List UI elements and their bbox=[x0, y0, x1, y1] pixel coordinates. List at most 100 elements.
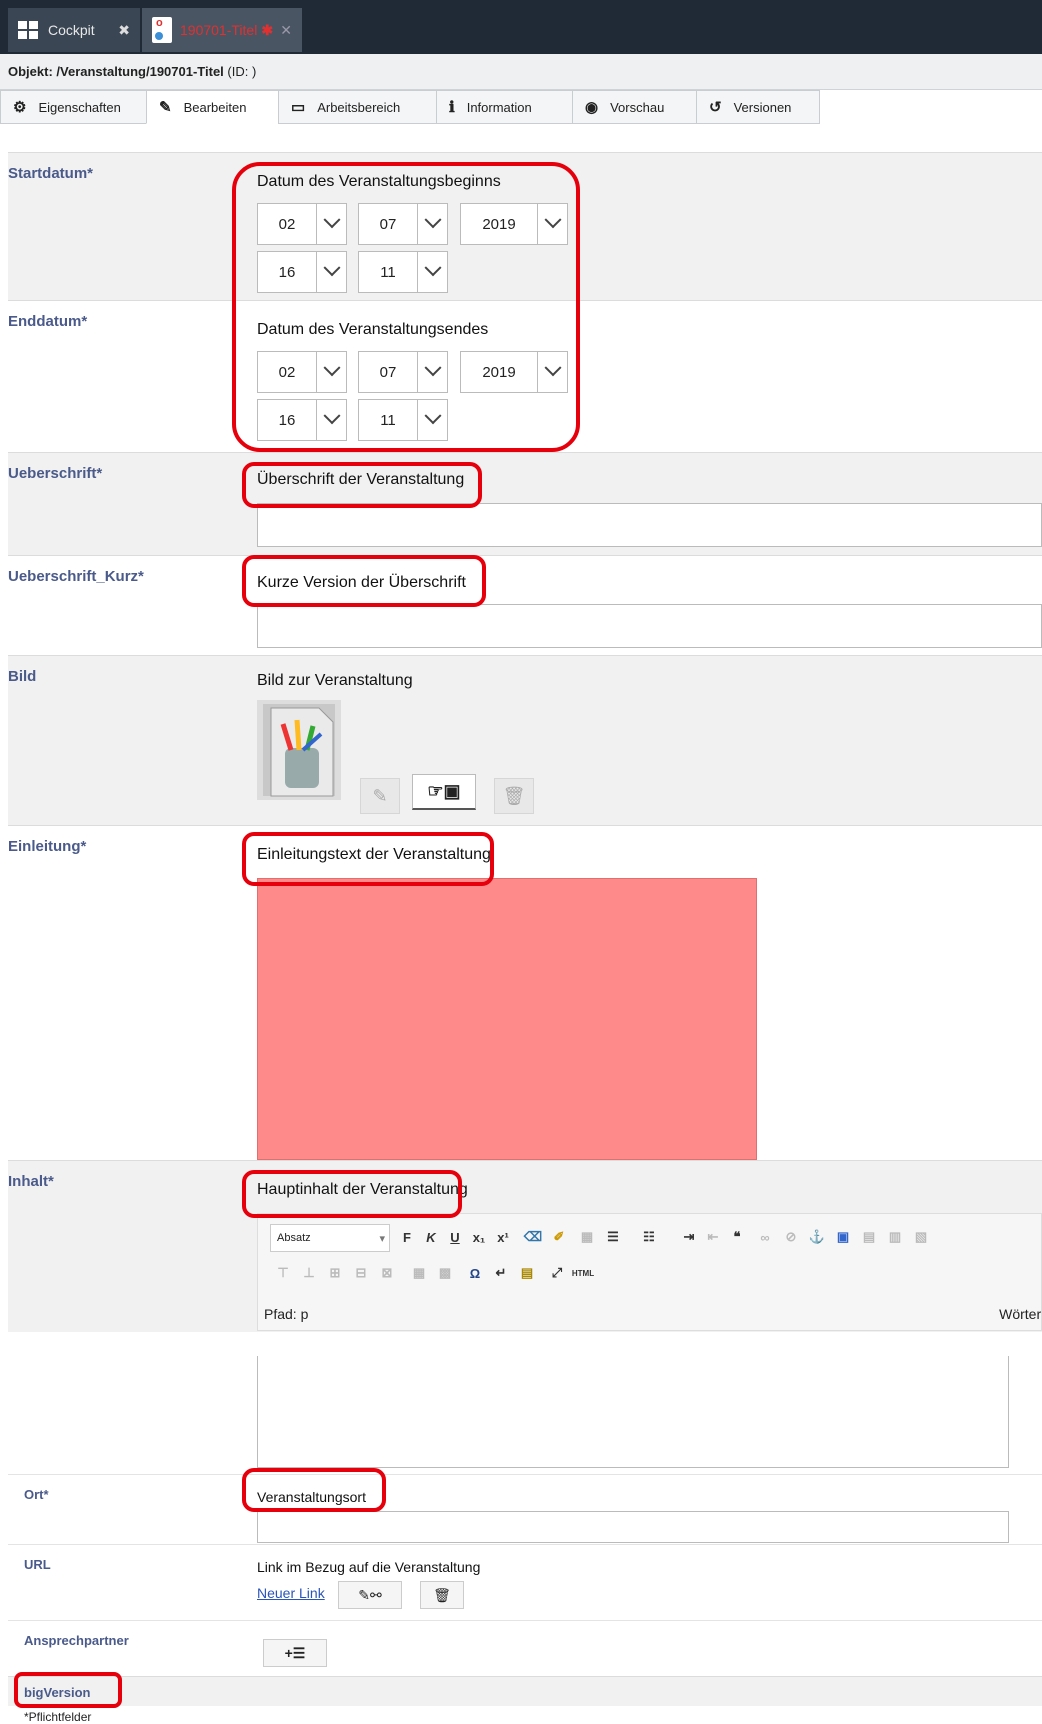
tab-eigenschaften[interactable]: ⚙ Eigenschaften bbox=[0, 90, 146, 124]
day-value: 02 bbox=[278, 363, 296, 381]
insert-media-icon[interactable]: ▤ bbox=[858, 1226, 880, 1248]
line-break-icon[interactable]: ↵ bbox=[490, 1262, 512, 1284]
tab-cockpit-label: Cockpit bbox=[48, 22, 95, 38]
chevron-down-icon bbox=[417, 204, 447, 244]
edit-link-button[interactable]: ✎⚯ bbox=[338, 1581, 402, 1609]
row-ueberschrift-kurz: Ueberschrift_Kurz* Kurze Version der Übe… bbox=[8, 555, 1042, 655]
month-select[interactable]: 07 bbox=[358, 203, 448, 245]
field-label: Ansprechpartner bbox=[24, 1633, 129, 1648]
row-inhalt: Inhalt* Hauptinhalt der Veranstaltung Ab… bbox=[8, 1160, 1042, 1332]
html-icon[interactable]: HTML bbox=[572, 1262, 594, 1284]
italic-button[interactable]: K bbox=[420, 1226, 442, 1248]
format-select[interactable]: Absatz bbox=[270, 1224, 390, 1252]
ort-input[interactable] bbox=[257, 1511, 1009, 1543]
layer-icon[interactable]: ▧ bbox=[910, 1226, 932, 1248]
minute-value: 11 bbox=[380, 263, 396, 281]
tab-bar: Cockpit ✖ 190701-Titel ✱ ✕ bbox=[0, 0, 1042, 54]
insert-image-icon[interactable]: ▣ bbox=[832, 1226, 854, 1248]
month-select[interactable]: 07 bbox=[358, 351, 448, 393]
hour-select[interactable]: 16 bbox=[257, 399, 347, 441]
row-ueberschrift: Ueberschrift* Überschrift der Veranstalt… bbox=[8, 452, 1042, 555]
ueberschrift-kurz-input[interactable] bbox=[257, 604, 1042, 648]
required-fields-note: *Pflichtfelder bbox=[24, 1710, 92, 1724]
subscript-button[interactable]: x₁ bbox=[468, 1226, 490, 1248]
object-path-text: Objekt: /Veranstaltung/190701-Titel bbox=[8, 64, 224, 79]
table-props-icon[interactable]: ⊠ bbox=[376, 1262, 398, 1284]
minute-select[interactable]: 11 bbox=[358, 399, 448, 441]
table-row-icon[interactable]: ⊤ bbox=[272, 1262, 294, 1284]
hour-select[interactable]: 16 bbox=[257, 251, 347, 293]
unlink-icon[interactable]: ⊘ bbox=[780, 1226, 802, 1248]
einleitung-textarea[interactable] bbox=[257, 878, 757, 1160]
fullscreen-icon[interactable]: ⤢ bbox=[546, 1262, 568, 1284]
edit-image-button[interactable]: ✎ bbox=[360, 778, 400, 814]
gear-icon: ⚙ bbox=[13, 99, 27, 116]
close-icon[interactable]: ✕ bbox=[280, 22, 292, 39]
tab-arbeitsbereich[interactable]: ▭ Arbeitsbereich bbox=[278, 90, 436, 124]
paste-icon[interactable]: ▤ bbox=[516, 1262, 538, 1284]
field-label: URL bbox=[24, 1557, 51, 1572]
template-icon[interactable]: ▥ bbox=[884, 1226, 906, 1248]
year-select[interactable]: 2019 bbox=[460, 203, 568, 245]
tab-document-label: 190701-Titel bbox=[180, 22, 258, 38]
add-list-icon: +☰ bbox=[284, 1644, 306, 1661]
new-link[interactable]: Neuer Link bbox=[257, 1585, 325, 1601]
tab-cockpit[interactable]: Cockpit ✖ bbox=[8, 8, 140, 52]
eraser-icon[interactable]: ⌫ bbox=[522, 1226, 544, 1248]
tab-document[interactable]: 190701-Titel ✱ ✕ bbox=[142, 8, 302, 52]
object-path: Objekt: /Veranstaltung/190701-Titel (ID:… bbox=[0, 54, 1042, 90]
row-url: URL Link im Bezug auf die Veranstaltung … bbox=[8, 1544, 1042, 1620]
minute-value: 11 bbox=[380, 411, 396, 429]
table-merge-icon[interactable]: ⊟ bbox=[350, 1262, 372, 1284]
bold-button[interactable]: F bbox=[396, 1226, 418, 1248]
ueberschrift-input[interactable] bbox=[257, 503, 1042, 547]
tab-vorschau[interactable]: ◉ Vorschau bbox=[572, 90, 696, 124]
tab-label: Vorschau bbox=[610, 99, 665, 115]
numbered-list-icon[interactable]: ☷ bbox=[638, 1226, 660, 1248]
chevron-down-icon bbox=[417, 352, 447, 392]
underline-button[interactable]: U bbox=[444, 1226, 466, 1248]
tab-label: Information bbox=[466, 99, 532, 115]
delete-link-button[interactable]: 🗑 bbox=[420, 1581, 464, 1609]
table-split-icon[interactable]: ⊞ bbox=[324, 1262, 346, 1284]
field-description: Veranstaltungsort bbox=[257, 1489, 366, 1505]
history-icon: ↺ bbox=[709, 99, 722, 116]
grid-icon bbox=[18, 21, 38, 39]
tab-information[interactable]: ℹ Information bbox=[436, 90, 572, 124]
bullet-list-icon[interactable]: ☰ bbox=[602, 1226, 624, 1248]
tab-label: Bearbeiten bbox=[183, 99, 247, 115]
tab-bearbeiten[interactable]: ✎ Bearbeiten bbox=[146, 90, 278, 124]
indent-icon[interactable]: ⇥ bbox=[678, 1226, 700, 1248]
monitor-icon: ▭ bbox=[291, 99, 306, 116]
delete-image-button[interactable]: 🗑 bbox=[494, 778, 534, 814]
tab-versionen[interactable]: ↺ Versionen bbox=[696, 90, 820, 124]
quote-icon[interactable]: ❝ bbox=[726, 1226, 748, 1248]
link-icon[interactable]: ∞ bbox=[754, 1226, 776, 1248]
row-props-icon[interactable]: ▩ bbox=[434, 1262, 456, 1284]
pointer-image-icon: ☞▣ bbox=[427, 781, 461, 801]
year-select[interactable]: 2019 bbox=[460, 351, 568, 393]
field-label: Inhalt* bbox=[8, 1173, 54, 1190]
table-col-icon[interactable]: ⊥ bbox=[298, 1262, 320, 1284]
chevron-down-icon bbox=[316, 204, 346, 244]
inhalt-editor-body[interactable] bbox=[257, 1356, 1009, 1468]
superscript-button[interactable]: x¹ bbox=[492, 1226, 514, 1248]
day-select[interactable]: 02 bbox=[257, 203, 347, 245]
table-icon[interactable]: ▦ bbox=[576, 1226, 598, 1248]
rich-text-toolbar: Absatz F K U x₁ x¹ ⌫ ✐ ▦ ☰ ☷ ⇥ ⇤ ❝ ∞ ⊘ ⚓… bbox=[257, 1213, 1042, 1331]
chevron-down-icon bbox=[316, 252, 346, 292]
day-select[interactable]: 02 bbox=[257, 351, 347, 393]
month-value: 07 bbox=[379, 363, 397, 381]
minute-select[interactable]: 11 bbox=[358, 251, 448, 293]
cell-props-icon[interactable]: ▦ bbox=[408, 1262, 430, 1284]
add-contact-button[interactable]: +☰ bbox=[263, 1639, 327, 1667]
close-icon[interactable]: ✖ bbox=[118, 22, 130, 39]
hour-value: 16 bbox=[278, 411, 296, 429]
anchor-icon[interactable]: ⚓ bbox=[806, 1226, 828, 1248]
brush-icon[interactable]: ✐ bbox=[548, 1226, 570, 1248]
field-description: Bild zur Veranstaltung bbox=[257, 672, 413, 689]
select-image-button[interactable]: ☞▣ bbox=[412, 774, 476, 810]
row-enddatum: Enddatum* Datum des Veranstaltungsendes … bbox=[8, 300, 1042, 448]
outdent-icon[interactable]: ⇤ bbox=[702, 1226, 724, 1248]
special-char-icon[interactable]: Ω bbox=[464, 1262, 486, 1284]
